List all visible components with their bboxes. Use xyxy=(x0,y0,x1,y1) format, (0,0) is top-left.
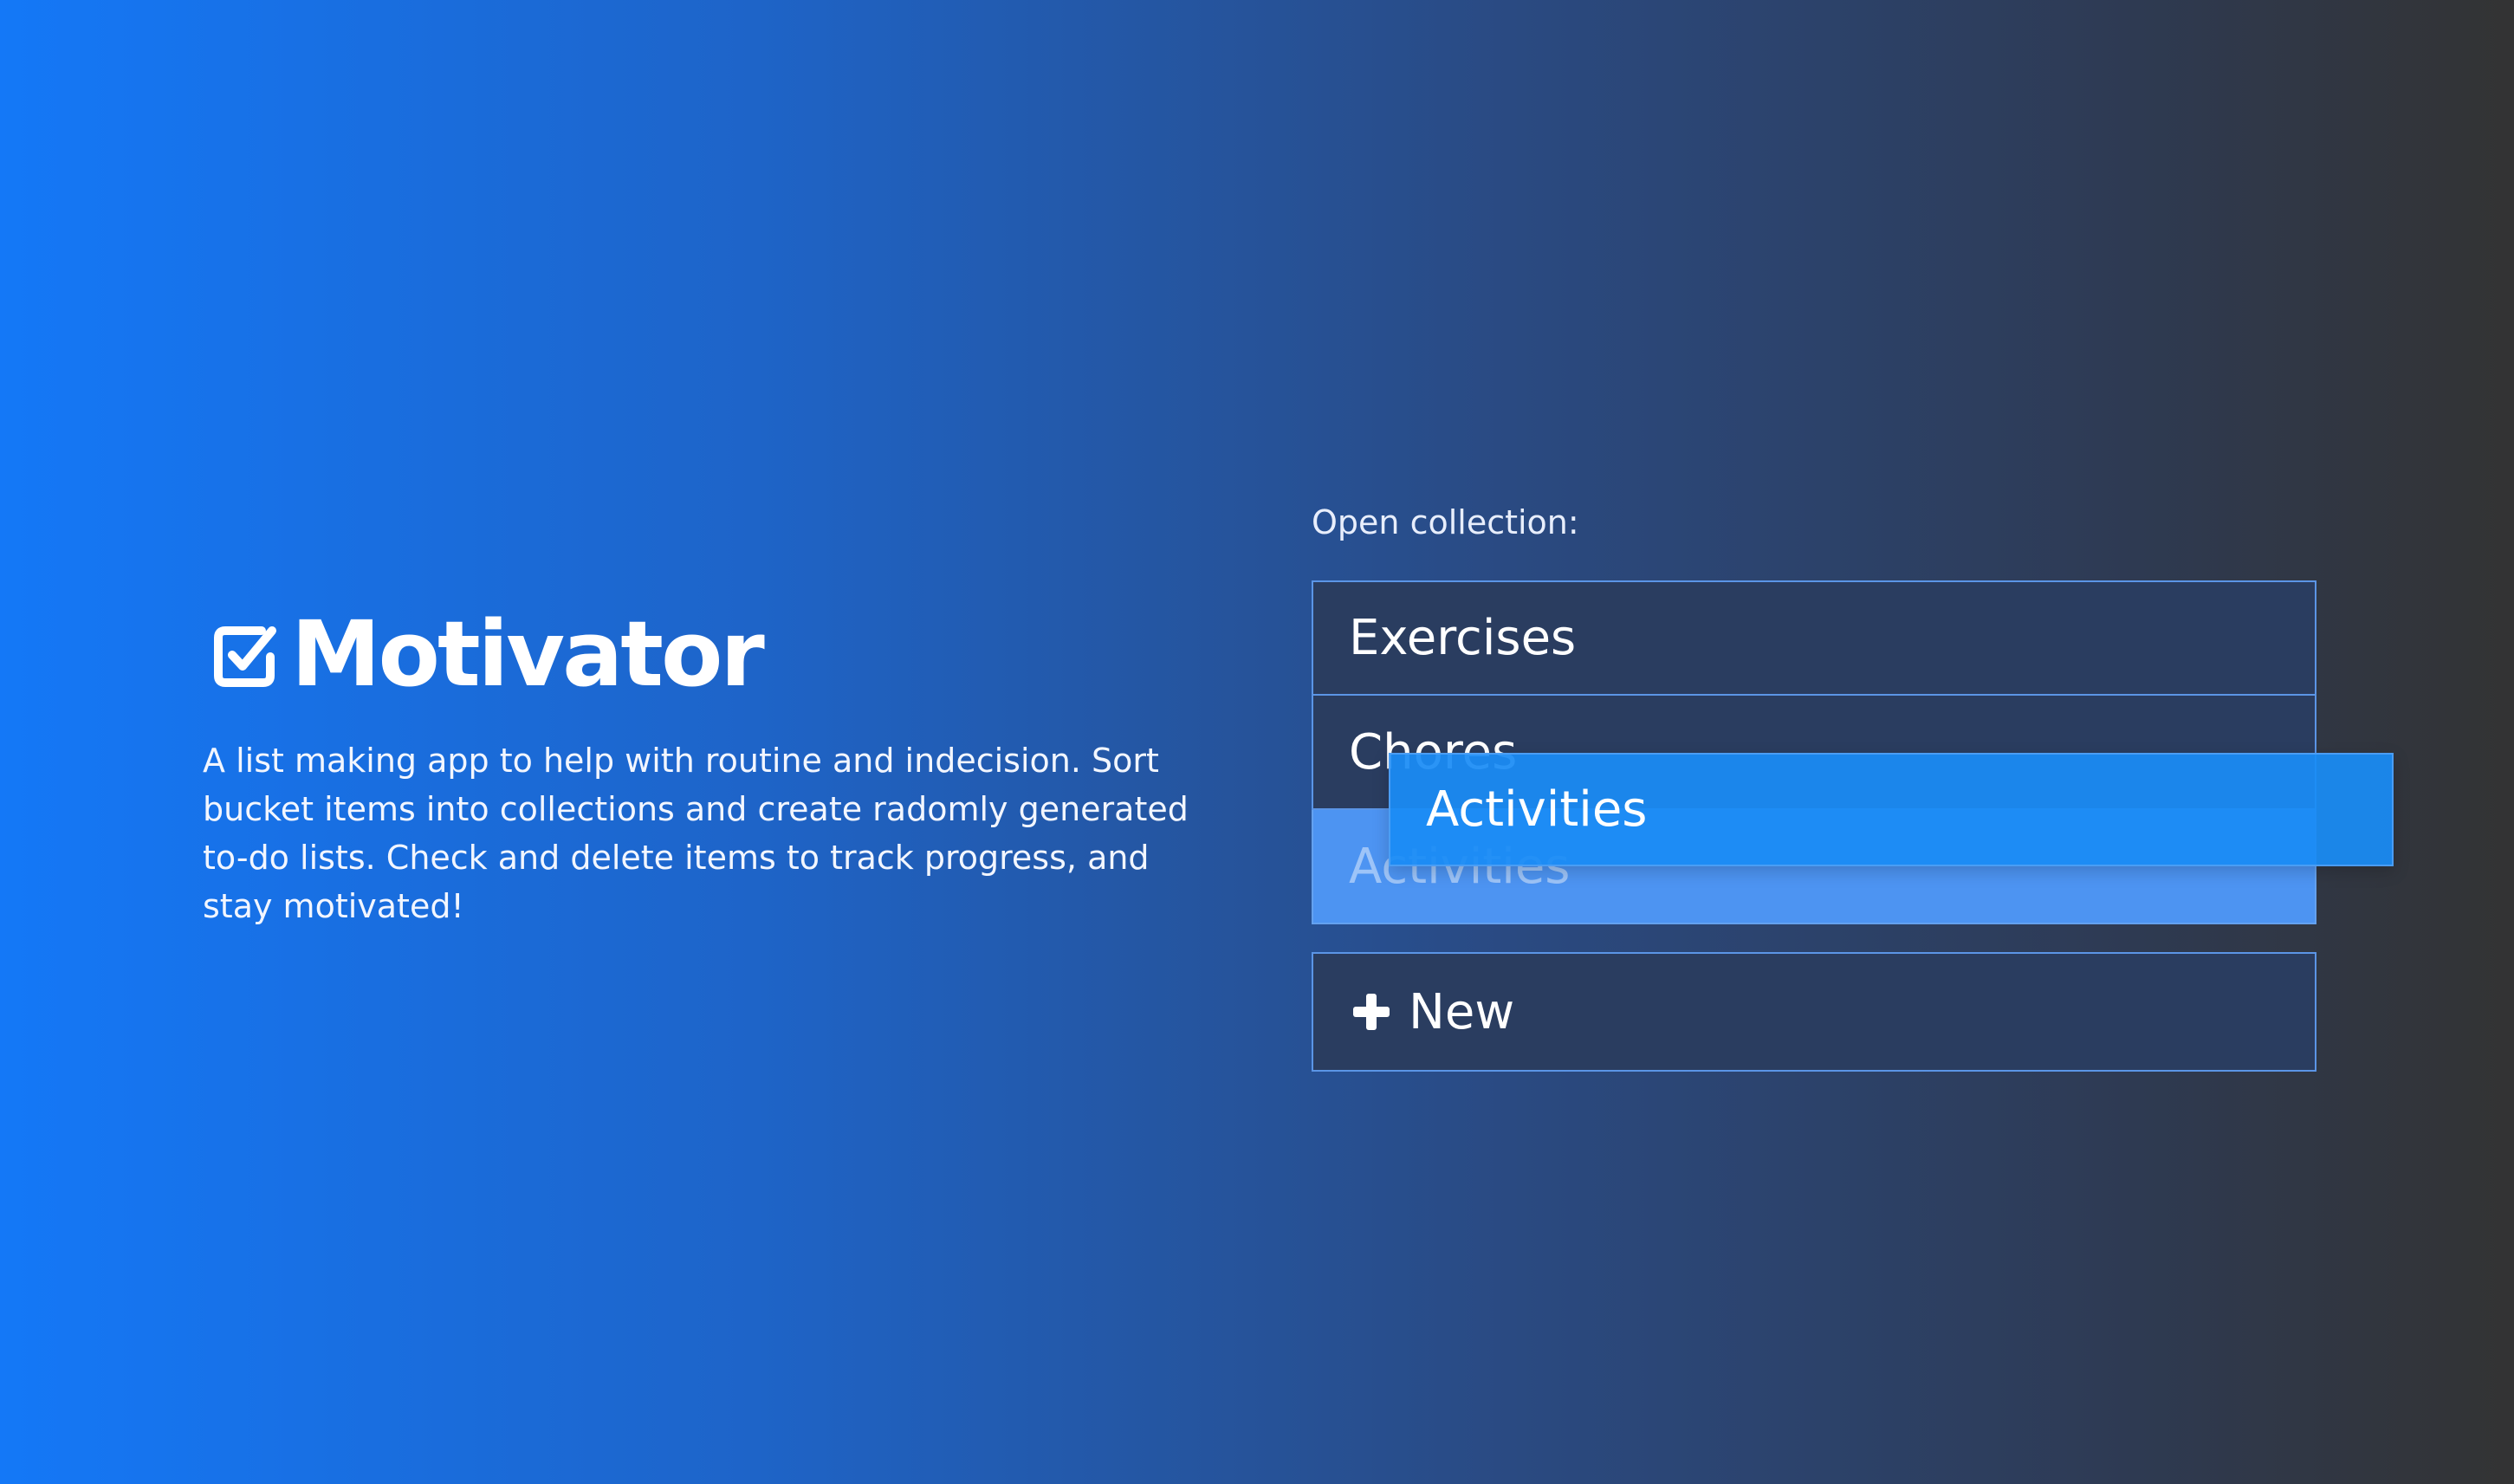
app-tagline: A list making app to help with routine a… xyxy=(203,742,1189,925)
plus-icon xyxy=(1353,994,1390,1030)
new-button-label: New xyxy=(1409,983,1515,1040)
logo: Motivator xyxy=(203,606,1225,702)
brand-section: Motivator A list making app to help with… xyxy=(203,606,1225,930)
dragging-collection-item[interactable]: Activities xyxy=(1389,753,2394,866)
collection-item-exercises[interactable]: Exercises xyxy=(1312,580,2316,696)
new-collection-button[interactable]: New xyxy=(1312,952,2316,1072)
app-title: Motivator xyxy=(291,601,765,707)
checkbox-icon xyxy=(214,626,276,687)
open-collection-label: Open collection: xyxy=(1312,503,1579,541)
collection-panel: Open collection: Exercises Chores Activi… xyxy=(1312,502,2316,1072)
